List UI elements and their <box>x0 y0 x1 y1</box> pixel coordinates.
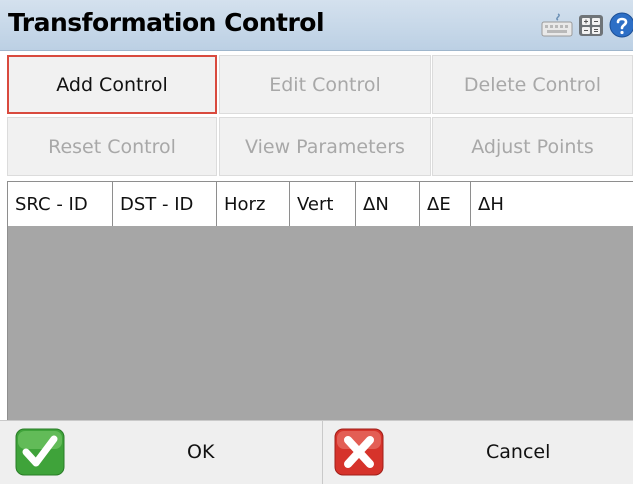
cancel-label: Cancel <box>486 441 551 463</box>
column-header-delta-h[interactable]: ΔH <box>471 182 633 226</box>
column-header-horz[interactable]: Horz <box>217 182 290 226</box>
keyboard-icon[interactable] <box>540 12 574 38</box>
table-header: SRC - ID DST - ID Horz Vert ΔN ΔE ΔH <box>7 181 633 226</box>
calculator-icon[interactable] <box>578 12 604 38</box>
column-header-src-id[interactable]: SRC - ID <box>8 182 113 226</box>
footer-bar: OK Cancel <box>0 420 633 484</box>
checkmark-icon <box>15 428 65 476</box>
ok-label: OK <box>187 441 215 463</box>
cancel-button[interactable]: Cancel <box>324 421 633 484</box>
column-header-delta-n[interactable]: ΔN <box>356 182 420 226</box>
view-parameters-button[interactable]: View Parameters <box>219 117 431 176</box>
window-title: Transformation Control <box>8 8 325 37</box>
ok-button[interactable]: OK <box>0 421 323 484</box>
reset-control-button[interactable]: Reset Control <box>7 117 217 176</box>
title-bar: Transformation Control <box>0 0 633 51</box>
edit-control-button[interactable]: Edit Control <box>219 55 431 114</box>
control-points-table[interactable] <box>7 226 633 420</box>
column-header-dst-id[interactable]: DST - ID <box>113 182 217 226</box>
delete-control-button[interactable]: Delete Control <box>432 55 633 114</box>
cancel-x-icon <box>334 428 384 476</box>
column-header-vert[interactable]: Vert <box>290 182 356 226</box>
help-icon[interactable] <box>609 12 633 38</box>
adjust-points-button[interactable]: Adjust Points <box>432 117 633 176</box>
column-header-delta-e[interactable]: ΔE <box>420 182 471 226</box>
add-control-button[interactable]: Add Control <box>7 55 217 114</box>
